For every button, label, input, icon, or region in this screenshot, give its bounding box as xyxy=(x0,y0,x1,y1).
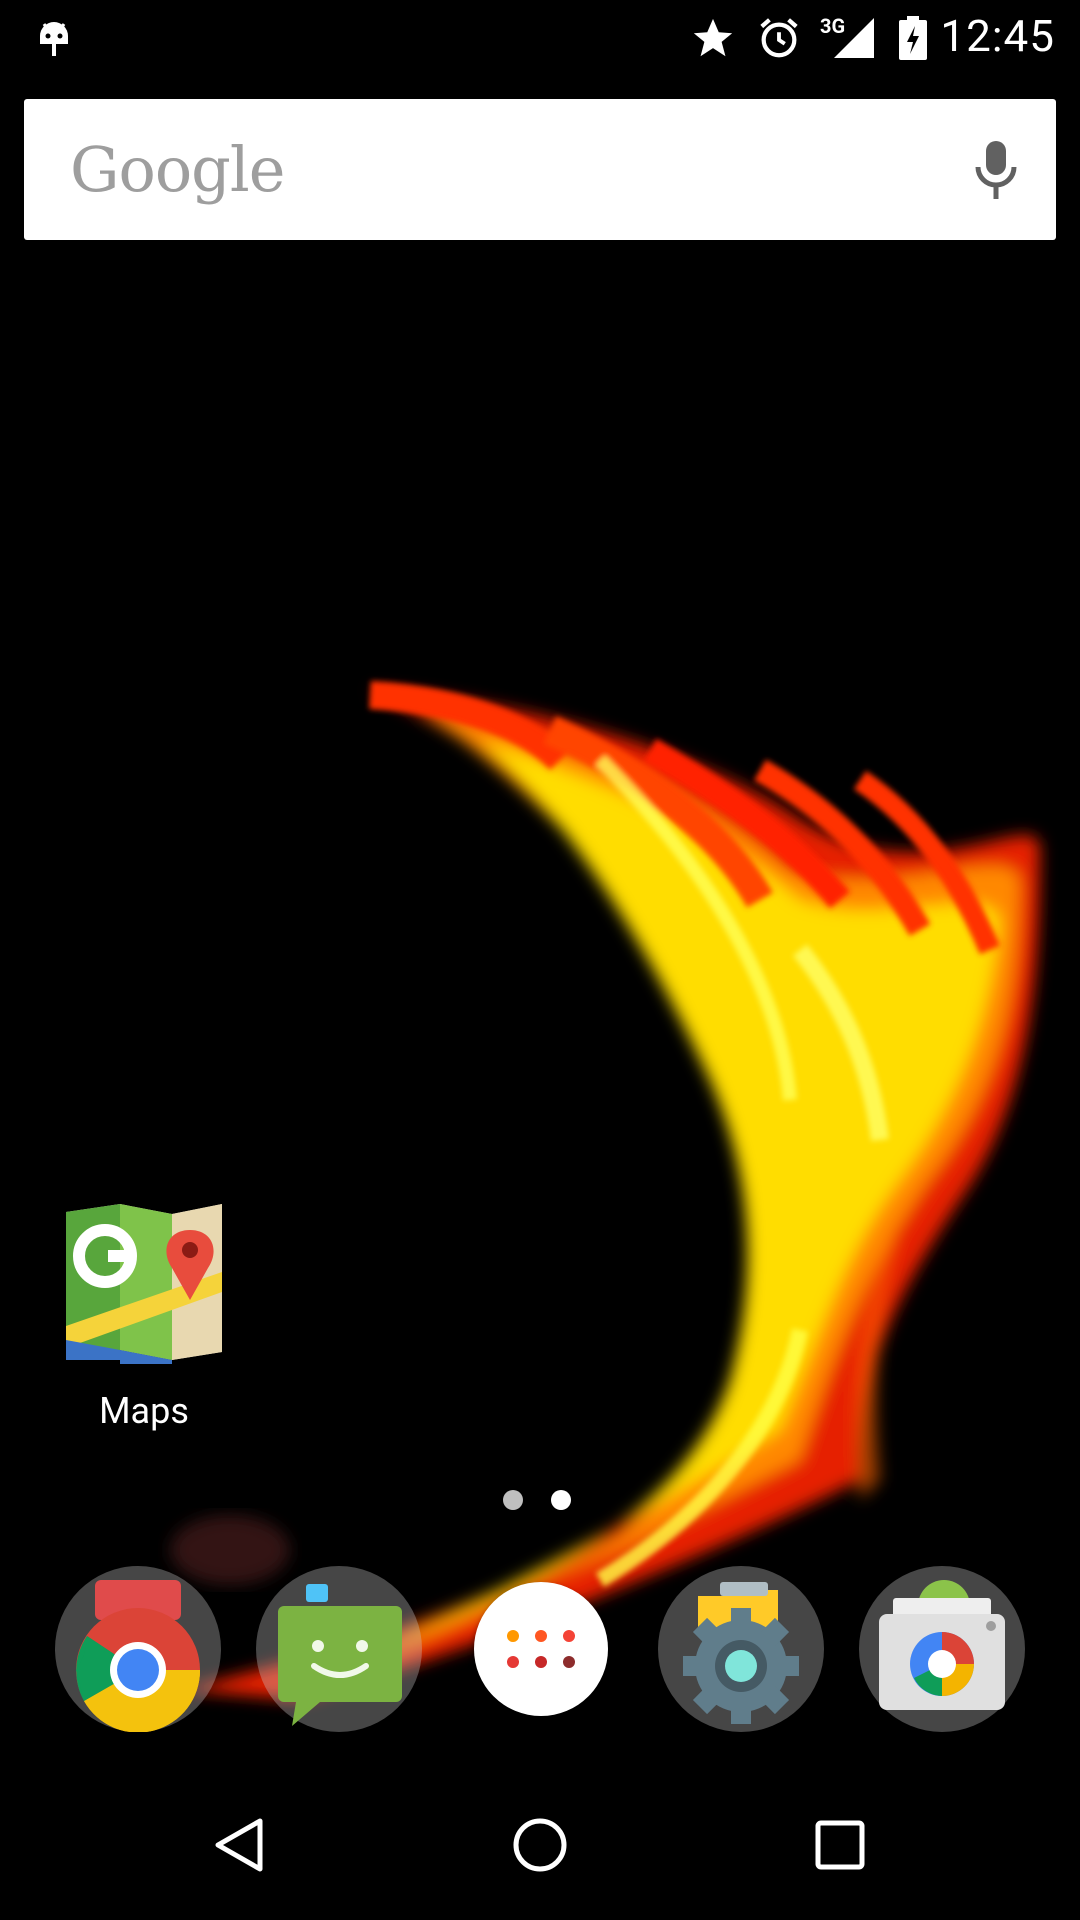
chrome-folder[interactable] xyxy=(55,1566,221,1733)
alarm-icon xyxy=(754,14,804,62)
back-button[interactable] xyxy=(170,1770,310,1920)
battery-charging-icon xyxy=(896,14,930,62)
android-debug-icon xyxy=(34,14,74,62)
recents-icon xyxy=(815,1820,865,1870)
status-bar: 3G 12:45 xyxy=(0,0,1080,75)
google-maps-icon xyxy=(66,1204,222,1364)
all-apps-button[interactable] xyxy=(474,1582,608,1716)
signal-icon: 3G xyxy=(818,14,878,62)
page-dot xyxy=(503,1490,523,1510)
chrome-icon xyxy=(76,1580,201,1733)
camera-icon xyxy=(879,1580,1005,1710)
clock: 12:45 xyxy=(940,10,1055,62)
network-type: 3G xyxy=(820,14,846,38)
settings-folder[interactable] xyxy=(658,1566,824,1732)
home-icon xyxy=(513,1818,567,1872)
settings-icon xyxy=(683,1582,799,1724)
home-button[interactable] xyxy=(470,1770,610,1920)
google-logo: Google xyxy=(70,133,285,206)
google-search-bar[interactable]: Google xyxy=(24,99,1056,240)
page-dot-active xyxy=(551,1490,571,1510)
mic-icon[interactable] xyxy=(964,137,1028,207)
star-icon xyxy=(688,14,738,62)
app-drawer-icon xyxy=(507,1630,575,1668)
app-label: Maps xyxy=(99,1390,189,1432)
messaging-folder[interactable] xyxy=(256,1566,422,1732)
messaging-icon xyxy=(278,1584,402,1726)
navigation-bar xyxy=(0,1770,1080,1920)
app-maps[interactable]: Maps xyxy=(60,1200,228,1432)
back-icon xyxy=(215,1818,263,1872)
recents-button[interactable] xyxy=(770,1770,910,1920)
camera-folder[interactable] xyxy=(859,1566,1025,1732)
